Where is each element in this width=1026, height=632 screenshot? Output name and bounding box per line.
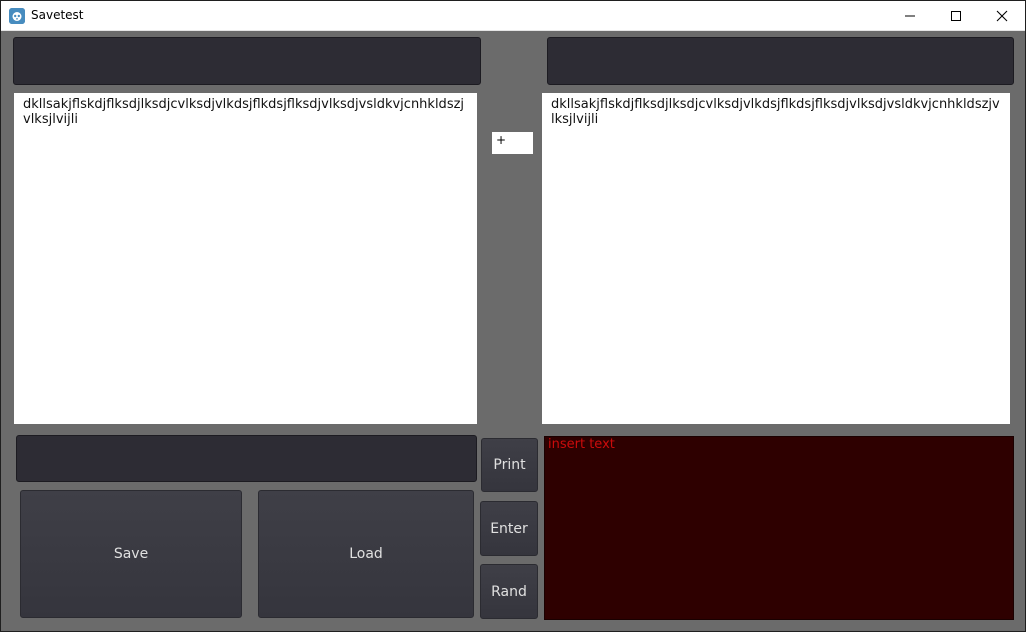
console-input[interactable]: insert text bbox=[544, 436, 1014, 620]
minimize-button[interactable] bbox=[887, 1, 933, 31]
enter-button-label: Enter bbox=[490, 520, 528, 537]
right-text-area[interactable]: dkllsakjflskdjflksdjlksdjcvlksdjvlkdsjfl… bbox=[542, 93, 1010, 424]
load-button-label: Load bbox=[349, 546, 383, 562]
close-icon bbox=[996, 10, 1008, 22]
main-content: dkllsakjflskdjflksdjlksdjcvlksdjvlkdsjfl… bbox=[1, 31, 1025, 631]
enter-button[interactable]: Enter bbox=[480, 501, 538, 556]
rand-button[interactable]: Rand bbox=[480, 564, 538, 619]
console-placeholder: insert text bbox=[548, 437, 615, 452]
print-button-label: Print bbox=[493, 457, 526, 473]
left-top-input[interactable] bbox=[13, 37, 481, 85]
maximize-button[interactable] bbox=[933, 1, 979, 31]
window-title: Savetest bbox=[31, 8, 84, 22]
app-window: Savetest dkllsakjflskdjflksdjlksdjcvlksd… bbox=[1, 1, 1025, 631]
right-top-input[interactable] bbox=[547, 37, 1014, 85]
save-button-label: Save bbox=[113, 546, 149, 562]
rand-button-label: Rand bbox=[491, 583, 527, 600]
godot-app-icon bbox=[9, 8, 25, 24]
left-text-area[interactable]: dkllsakjflskdjflksdjlksdjcvlksdjvlkdsjfl… bbox=[14, 93, 477, 424]
title-bar[interactable]: Savetest bbox=[1, 1, 1025, 31]
close-button[interactable] bbox=[979, 1, 1025, 31]
operator-input[interactable]: + bbox=[492, 132, 533, 154]
bottom-input[interactable] bbox=[16, 435, 477, 482]
load-button[interactable]: Load bbox=[258, 490, 474, 618]
minimize-icon bbox=[905, 15, 915, 17]
print-button[interactable]: Print bbox=[481, 438, 538, 492]
maximize-icon bbox=[951, 11, 961, 21]
save-button[interactable]: Save bbox=[20, 490, 242, 618]
